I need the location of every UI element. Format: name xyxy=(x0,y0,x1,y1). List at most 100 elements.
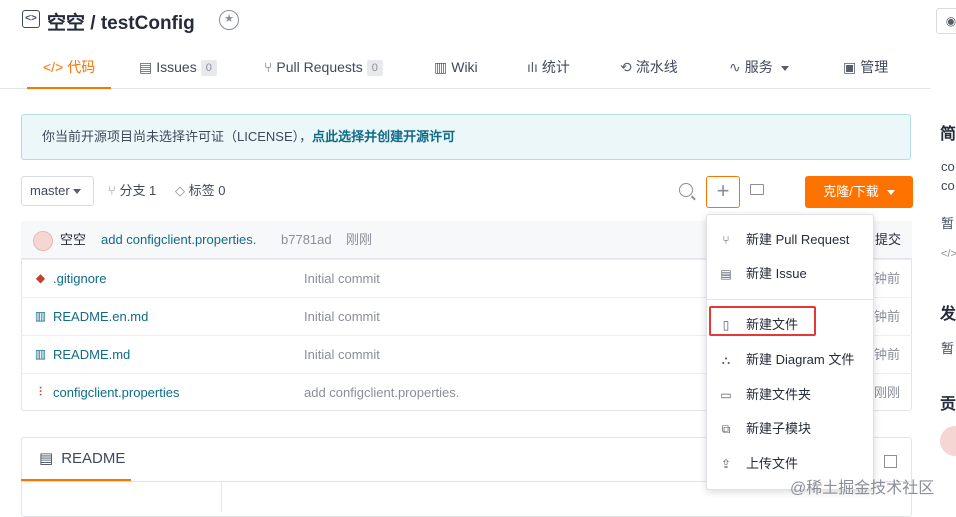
divider xyxy=(707,299,873,300)
repo-title[interactable]: 空空 / testConfig xyxy=(47,8,195,35)
tags-label: 标签 0 xyxy=(188,183,226,198)
file-time: 钟前 xyxy=(873,271,900,286)
eye-icon: ◉ xyxy=(945,14,956,28)
award-icon[interactable]: ★ xyxy=(219,10,239,30)
menu-item-label: 新建文件夹 xyxy=(746,387,812,402)
clone-label: 克隆/下载 xyxy=(823,184,879,199)
tags-link[interactable]: ◇ 标签 0 xyxy=(175,176,225,206)
chart-icon: ılı xyxy=(527,59,538,75)
pulse-icon: ∿ xyxy=(729,59,741,75)
file-commit-message[interactable]: Initial commit xyxy=(304,260,380,297)
file-name[interactable]: README.en.md xyxy=(53,298,148,335)
file-name[interactable]: README.md xyxy=(53,336,130,373)
book-icon: ▥ xyxy=(34,347,47,361)
watch-button[interactable]: ◉ xyxy=(936,8,956,34)
tab-pipeline[interactable]: ⟲ 流水线 xyxy=(620,46,678,88)
menu-item-label: 新建 Pull Request xyxy=(746,232,850,247)
document-icon: ▤ xyxy=(39,450,54,467)
sidebar-text: co xyxy=(941,178,955,193)
menu-item-label: 新建 Issue xyxy=(746,266,807,281)
tab-label: 统计 xyxy=(541,59,570,75)
chevron-down-icon xyxy=(780,65,789,71)
book-icon: ▥ xyxy=(34,309,47,323)
search-icon[interactable] xyxy=(679,183,693,197)
sidebar-heading: 发 xyxy=(940,306,956,323)
divider xyxy=(221,482,222,512)
repo-tabs: </> 代码 ▤ Issues 0 ⑂ Pull Requests 0 ▥ Wiki ılı… xyxy=(0,46,930,89)
pull-request-icon: ⑂ xyxy=(722,233,730,247)
tab-issues[interactable]: ▤ Issues 0 xyxy=(139,46,217,88)
tab-label: 代码 xyxy=(67,59,96,75)
book-icon: ▥ xyxy=(434,59,448,75)
add-file-button[interactable]: + xyxy=(706,176,740,208)
menu-item-new-folder[interactable]: ▭ 新建文件夹 xyxy=(707,378,873,412)
pull-request-icon: ⑂ xyxy=(264,59,273,75)
branch-select[interactable]: master xyxy=(21,176,94,206)
issue-icon: ▤ xyxy=(720,267,732,281)
tab-pull-requests[interactable]: ⑂ Pull Requests 0 xyxy=(264,46,383,88)
branches-label: 分支 1 xyxy=(119,183,157,198)
add-menu: ⑂ 新建 Pull Request ▤ 新建 Issue ▯ 新建文件 ⛬ 新建 Dia… xyxy=(706,214,874,490)
readme-tab[interactable]: ▤ README xyxy=(21,437,131,481)
commits-link[interactable]: 提交 xyxy=(875,221,901,259)
new-file-highlight-box xyxy=(709,306,816,336)
tab-label: Issues xyxy=(156,59,197,75)
sidebar-heading: 简 xyxy=(940,126,956,143)
sidebar-text: 暂 xyxy=(941,341,955,356)
tab-manage[interactable]: ▣ 管理 xyxy=(843,46,888,88)
edit-icon[interactable] xyxy=(884,455,897,468)
file-name[interactable]: .gitignore xyxy=(53,260,106,297)
menu-item-new-issue[interactable]: ▤ 新建 Issue xyxy=(707,257,873,291)
sidebar-heading: 贡 xyxy=(940,396,956,413)
branches-link[interactable]: ⑂ 分支 1 xyxy=(108,176,156,206)
branch-icon: ⑂ xyxy=(108,183,116,198)
readme-tab-label: README xyxy=(61,450,126,467)
code-icon: </> xyxy=(941,248,956,260)
avatar[interactable] xyxy=(940,426,956,456)
repo-code-icon: <> xyxy=(22,10,40,28)
watermark: @稀土掘金技术社区 xyxy=(790,480,935,497)
clone-download-button[interactable]: 克隆/下载 xyxy=(805,176,913,208)
menu-item-label: 新建 Diagram 文件 xyxy=(746,352,855,367)
issue-icon: ▤ xyxy=(139,59,153,75)
avatar[interactable] xyxy=(33,231,53,251)
commit-hash[interactable]: b7781ad xyxy=(281,221,332,259)
file-commit-message[interactable]: add configclient.properties. xyxy=(304,374,459,411)
tab-wiki[interactable]: ▥ Wiki xyxy=(434,46,478,88)
file-commit-message[interactable]: Initial commit xyxy=(304,336,380,373)
pipeline-icon: ⟲ xyxy=(620,59,632,75)
web-ide-icon[interactable] xyxy=(750,184,764,195)
git-icon: ◆ xyxy=(35,271,46,285)
chevron-down-icon xyxy=(886,190,895,196)
license-link[interactable]: 点此选择并创建开源许可 xyxy=(312,129,455,144)
file-commit-message[interactable]: Initial commit xyxy=(304,298,380,335)
menu-item-new-diagram-file[interactable]: ⛬ 新建 Diagram 文件 xyxy=(707,343,873,377)
chevron-down-icon xyxy=(72,189,81,195)
license-notice: 你当前开源项目尚未选择许可证（LICENSE），点此选择并创建开源许可 xyxy=(21,114,911,160)
tab-stats[interactable]: ılı 统计 xyxy=(527,46,570,88)
tab-code[interactable]: </> 代码 xyxy=(26,46,112,89)
menu-item-new-pull-request[interactable]: ⑂ 新建 Pull Request xyxy=(707,223,873,257)
menu-item-new-submodule[interactable]: ⧉ 新建子模块 xyxy=(707,412,873,446)
file-name[interactable]: configclient.properties xyxy=(53,374,179,411)
commit-author[interactable]: 空空 xyxy=(60,221,86,259)
submodule-icon: ⧉ xyxy=(721,422,731,436)
issues-count: 0 xyxy=(200,60,217,77)
tab-label: 管理 xyxy=(860,59,889,75)
tab-label: Wiki xyxy=(451,59,478,75)
sidebar-text: co xyxy=(941,159,955,174)
sidebar-text: 暂 xyxy=(941,216,955,231)
code-icon: </> xyxy=(43,59,64,75)
pr-count: 0 xyxy=(366,60,383,77)
tab-label: 流水线 xyxy=(635,59,678,75)
tab-label: Pull Requests xyxy=(276,59,363,75)
commit-message[interactable]: add configclient.properties. xyxy=(101,221,256,259)
manage-icon: ▣ xyxy=(843,59,857,75)
file-time: 钟前 xyxy=(873,309,900,324)
tag-icon: ◇ xyxy=(175,183,185,198)
diagram-icon: ⛬ xyxy=(721,353,731,367)
upload-icon: ⇪ xyxy=(720,457,732,471)
menu-item-label: 新建子模块 xyxy=(746,421,812,436)
tab-services[interactable]: ∿ 服务 xyxy=(729,46,789,88)
file-time: 钟前 xyxy=(873,347,900,362)
